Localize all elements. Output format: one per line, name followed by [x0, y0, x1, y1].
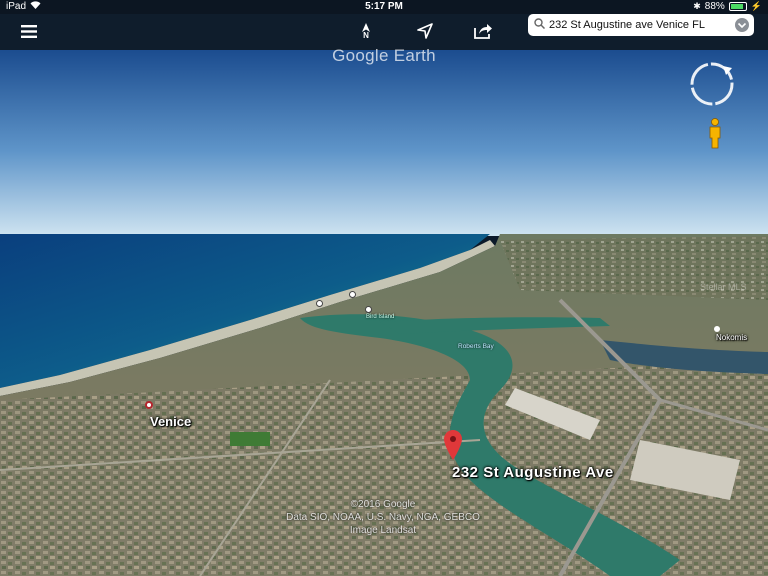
- battery-percent: 88%: [704, 1, 725, 12]
- battery-icon: [728, 2, 747, 11]
- place-label-venice[interactable]: Venice: [150, 414, 191, 429]
- poi-marker-icon[interactable]: [316, 300, 323, 307]
- dropdown-button[interactable]: [735, 18, 749, 32]
- bluetooth-icon: ✱: [693, 1, 701, 11]
- my-location-button[interactable]: [410, 16, 440, 46]
- menu-button[interactable]: [14, 16, 44, 46]
- poi-marker-icon[interactable]: [349, 291, 356, 298]
- search-input[interactable]: [549, 19, 727, 31]
- map-pin-icon: [444, 430, 462, 460]
- imagery-line: Image Landsat: [349, 525, 417, 536]
- data-source-line: Data SIO, NOAA, U.S. Navy, NGA, GEBCO: [286, 512, 480, 523]
- charging-icon: ⚡: [750, 1, 762, 11]
- poi-marker-icon[interactable]: [365, 306, 372, 313]
- share-button[interactable]: [468, 16, 498, 46]
- pegman-icon: [709, 118, 721, 149]
- faint-watermark: Stellar MLS: [700, 282, 747, 292]
- water-label: Roberts Bay: [458, 343, 494, 350]
- pin-address-label[interactable]: 232 St Augustine Ave: [452, 464, 614, 481]
- street-view-pegman[interactable]: [707, 118, 723, 150]
- status-time: 5:17 PM: [365, 1, 403, 12]
- place-marker-icon[interactable]: [145, 401, 153, 409]
- north-button[interactable]: N: [351, 16, 381, 46]
- compass-button[interactable]: [688, 60, 736, 108]
- status-bar: iPad 5:17 PM ✱ 88% ⚡: [0, 0, 768, 14]
- place-label-nokomis[interactable]: Nokomis: [716, 333, 747, 342]
- north-label: N: [363, 30, 369, 40]
- location-pin[interactable]: [444, 430, 462, 460]
- google-earth-watermark: Google Earth: [332, 46, 436, 65]
- island-label: Bird Island: [366, 314, 395, 320]
- search-bar[interactable]: [528, 14, 754, 36]
- my-location-icon: [417, 23, 433, 39]
- search-icon: [534, 16, 546, 34]
- share-icon: [474, 24, 492, 39]
- earth-3d-view[interactable]: [0, 0, 768, 576]
- attribution: ©2016 Google Data SIO, NOAA, U.S. Navy, …: [258, 498, 508, 537]
- dropdown-icon: [737, 22, 747, 29]
- app-toolbar: N: [0, 14, 768, 50]
- menu-icon: [21, 24, 37, 38]
- place-marker-icon[interactable]: [714, 326, 720, 332]
- copyright-line: ©2016 Google: [350, 499, 416, 510]
- compass-icon: [690, 62, 734, 106]
